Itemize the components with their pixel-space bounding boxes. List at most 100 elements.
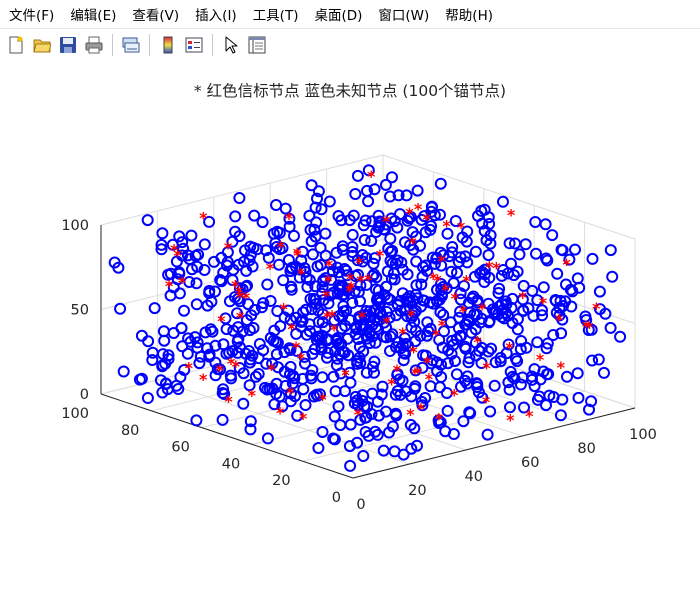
unknown-node-point (248, 209, 261, 222)
beacon-node-point: * (325, 256, 334, 275)
unknown-node-point (261, 432, 274, 445)
beacon-node-point: * (519, 288, 528, 307)
unknown-node-point (344, 459, 357, 472)
unknown-node-point (551, 267, 564, 280)
z-tick-label: 0 (80, 387, 89, 403)
beacon-node-point: * (525, 407, 534, 426)
unknown-node-point (397, 448, 410, 461)
unknown-node-point (539, 218, 552, 231)
unknown-node-point (586, 252, 599, 265)
unknown-node-point (315, 203, 328, 216)
unknown-node-point (349, 188, 362, 200)
unknown-node-point (513, 248, 526, 261)
unknown-node-point (571, 367, 584, 380)
beacon-node-point: * (242, 288, 251, 307)
menu-edit[interactable]: 编辑(E) (63, 4, 123, 24)
beacon-node-point: * (482, 393, 491, 412)
beacon-node-point: * (417, 400, 426, 419)
beacon-node-point: * (393, 361, 402, 380)
beacon-node-point: * (347, 278, 356, 297)
menu-desktop[interactable]: 桌面(D) (307, 4, 369, 24)
unknown-node-point (598, 366, 610, 379)
toolbar-separator (112, 33, 113, 56)
plot-title: * 红色信标节点 蓝色未知节点 (100个锚节点) (193, 82, 507, 100)
beacon-node-point: * (506, 410, 515, 429)
menu-window[interactable]: 窗口(W) (371, 4, 436, 24)
beacon-node-point: * (232, 357, 241, 376)
link-plot-button[interactable] (120, 34, 142, 56)
beacon-node-point: * (442, 216, 451, 235)
new-file-button[interactable] (5, 34, 27, 56)
beacon-node-point: * (435, 410, 444, 429)
unknown-node-point (319, 227, 332, 240)
menu-tools[interactable]: 工具(T) (246, 4, 306, 24)
unknown-node-point (176, 340, 189, 353)
unknown-node-point (411, 184, 424, 197)
beacon-node-point: * (236, 308, 245, 327)
y-tick-label: 100 (61, 406, 89, 422)
unknown-node-point (146, 354, 159, 366)
open-button[interactable] (31, 34, 53, 56)
beacon-node-point: * (279, 300, 288, 319)
unknown-node-point (488, 379, 501, 392)
beacon-node-point: * (199, 370, 208, 389)
beacon-node-point: * (414, 199, 423, 218)
beacon-node-point: * (276, 404, 285, 423)
unknown-node-point (261, 278, 274, 291)
unknown-node-point (546, 229, 559, 242)
unknown-node-point (391, 221, 404, 234)
unknown-node-point (434, 177, 447, 190)
unknown-node-point (135, 329, 148, 342)
menu-view[interactable]: 查看(V) (125, 4, 186, 24)
unknown-node-point (386, 171, 398, 184)
beacon-node-point: * (557, 358, 566, 377)
beacon-node-point: * (414, 364, 423, 383)
x-tick-label: 100 (629, 427, 657, 443)
beacon-node-point: * (462, 272, 471, 291)
unknown-node-point (316, 371, 329, 384)
legend-icon (185, 37, 203, 52)
beacon-node-point: * (382, 212, 391, 231)
y-tick-label: 60 (171, 440, 189, 456)
x-tick-label: 0 (356, 497, 365, 513)
save-button[interactable] (57, 34, 79, 56)
pointer-button[interactable] (220, 34, 242, 56)
beacon-node-point: * (399, 324, 408, 343)
beacon-node-point: * (441, 281, 450, 300)
menu-help[interactable]: 帮助(H) (438, 4, 500, 24)
print-button[interactable] (83, 34, 105, 56)
unknown-node-point (117, 365, 130, 378)
property-inspector-button[interactable] (246, 34, 268, 56)
beacon-node-point: * (562, 255, 571, 274)
beacon-node-point: * (555, 311, 564, 330)
unknown-node-point (360, 366, 373, 379)
unknown-node-point (198, 238, 211, 251)
unknown-node-point (572, 391, 585, 404)
beacon-node-point: * (267, 360, 276, 379)
beacon-node-point: * (406, 405, 415, 424)
colorbar-icon (163, 36, 173, 53)
unknown-node-point (529, 216, 542, 228)
property-inspector-icon (248, 36, 266, 53)
menu-insert[interactable]: 插入(I) (188, 4, 244, 24)
unknown-node-point (328, 410, 341, 423)
menu-bar: 文件(F) 编辑(E) 查看(V) 插入(I) 工具(T) 桌面(D) 窗口(W… (0, 0, 700, 28)
colorbar-button[interactable] (157, 34, 179, 56)
beacon-node-point: * (199, 209, 208, 228)
x-tick-label: 80 (577, 441, 595, 457)
menu-file[interactable]: 文件(F) (2, 4, 61, 24)
beacon-node-point: * (178, 273, 187, 292)
unknown-node-point (185, 229, 198, 242)
scatter3-plot[interactable]: 020406080100020406080100050100 *********… (0, 61, 700, 589)
unknown-node-point (233, 192, 246, 204)
beacon-node-point: * (170, 240, 179, 259)
beacon-node-point: * (482, 358, 491, 377)
unknown-node-point (193, 357, 206, 370)
unknown-node-point (569, 243, 581, 256)
beacon-node-point: * (585, 318, 594, 337)
x-tick-label: 60 (521, 455, 539, 471)
beacon-node-point: * (358, 308, 367, 327)
beacon-node-point: * (423, 353, 432, 372)
figure-canvas[interactable]: 0 20 40 60 80 100 0 20 40 60 80 100 0 50 100 * * * * * * * * *… (0, 61, 700, 589)
legend-button[interactable] (183, 34, 205, 56)
